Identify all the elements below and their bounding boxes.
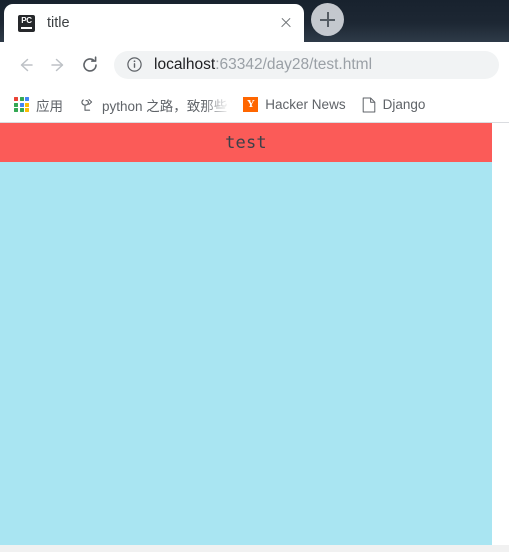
- pycharm-favicon: PC: [18, 14, 35, 32]
- apps-grid-icon: [14, 97, 29, 112]
- tab-strip: PC title: [0, 0, 509, 42]
- browser-tab[interactable]: PC title: [4, 4, 304, 42]
- bookmark-label: python 之路，致那些: [102, 98, 228, 114]
- arrow-right-icon: [51, 58, 64, 71]
- bookmark-apps[interactable]: 应用: [6, 92, 71, 118]
- url-text: localhost:63342/day28/test.html: [154, 56, 372, 74]
- python-road-icon: [81, 98, 93, 111]
- document-icon: [362, 97, 375, 112]
- bookmark-label: 应用: [36, 98, 63, 114]
- back-button[interactable]: [10, 49, 42, 81]
- info-icon[interactable]: [126, 56, 143, 73]
- reload-button[interactable]: [74, 49, 106, 81]
- favicon-text: PC: [21, 15, 32, 25]
- reload-icon: [83, 55, 97, 72]
- url-path: :63342/day28/test.html: [215, 55, 373, 73]
- bookmarks-bar: 应用 python 之路，致那些 Y Hacker News Django: [0, 87, 509, 123]
- forward-button[interactable]: [42, 49, 74, 81]
- hacker-news-icon: Y: [243, 97, 259, 112]
- page-viewport: test: [0, 123, 509, 552]
- close-icon[interactable]: [274, 11, 298, 35]
- bookmark-django[interactable]: Django: [354, 92, 434, 118]
- page-content: test: [0, 123, 492, 545]
- bookmark-label: Django: [382, 97, 426, 112]
- favicon-underline: [21, 26, 32, 29]
- bookmark-hacker-news[interactable]: Y Hacker News: [235, 92, 353, 118]
- bookmark-python-road[interactable]: python 之路，致那些: [71, 92, 235, 118]
- address-bar[interactable]: localhost:63342/day28/test.html: [114, 50, 499, 79]
- new-tab-button[interactable]: [311, 3, 344, 36]
- page-banner: test: [0, 123, 492, 162]
- browser-toolbar: localhost:63342/day28/test.html: [0, 42, 509, 87]
- tab-title: title: [47, 15, 70, 31]
- banner-title: test: [225, 132, 267, 153]
- page-body-area: [0, 162, 492, 545]
- browser-window: PC title localhost:63342/day28/test.html…: [0, 0, 509, 552]
- arrow-left-icon: [20, 58, 33, 71]
- page-bottom-strip: [0, 545, 509, 552]
- bookmark-label: Hacker News: [265, 97, 346, 112]
- url-host: localhost: [154, 55, 216, 73]
